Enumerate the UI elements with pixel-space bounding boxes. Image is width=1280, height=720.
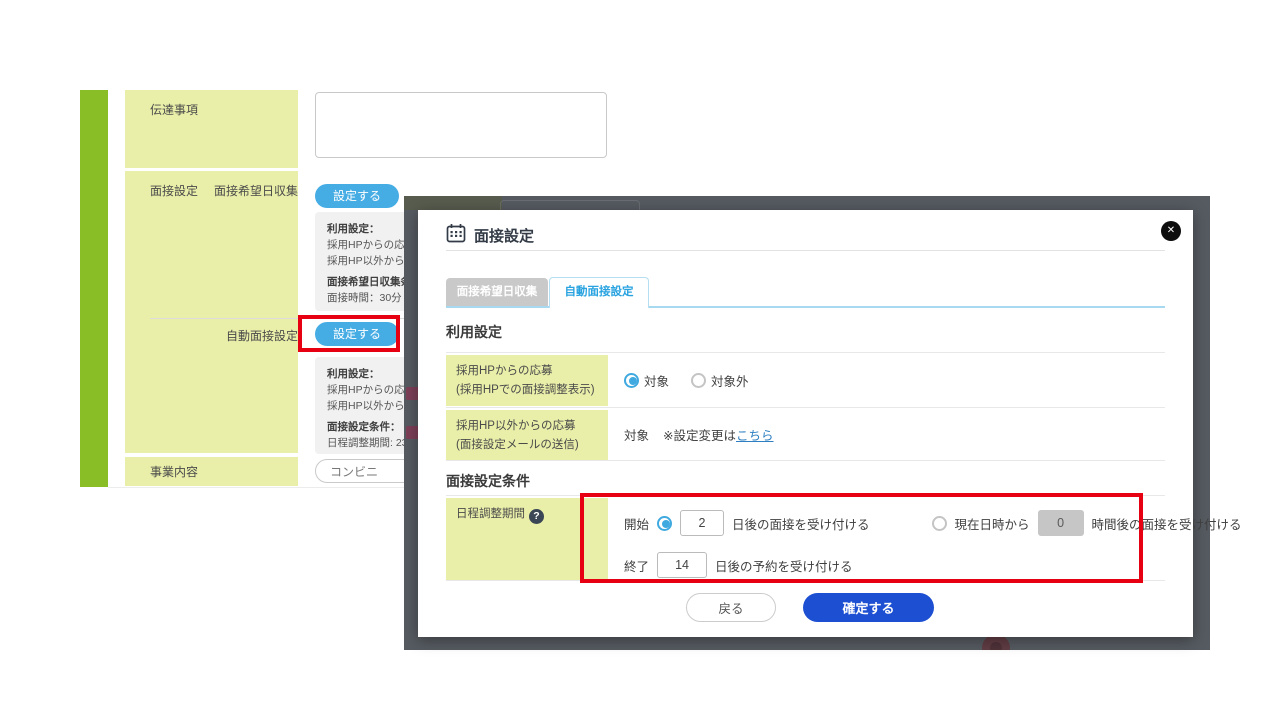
help-icon[interactable]: ? xyxy=(529,509,544,524)
back-button[interactable]: 戻る xyxy=(686,593,776,622)
collect-sub-label: 面接希望日収集 xyxy=(150,182,298,199)
tab-collect-dates[interactable]: 面接希望日収集 xyxy=(446,278,548,306)
confirm-button[interactable]: 確定する xyxy=(803,593,934,622)
notes-textarea[interactable] xyxy=(315,92,607,158)
modal-header-divider xyxy=(446,250,1165,251)
backdrop-green-tint xyxy=(404,196,502,210)
row-period-label: 日程調整期間 xyxy=(456,508,525,520)
interview-settings-modal: 面接設定 ✕ 面接希望日収集 自動面接設定 利用設定 採用HPからの応募 (採用… xyxy=(418,210,1193,637)
alt-suffix: 時間後の面接を受け付ける xyxy=(1092,514,1242,533)
end-days-input[interactable] xyxy=(657,552,707,578)
radio-exclude[interactable] xyxy=(691,373,706,388)
settings-change-link[interactable]: こちら xyxy=(736,425,774,444)
interview-sub-divider xyxy=(150,318,404,319)
radio-start-hours[interactable] xyxy=(932,516,947,531)
alt-label: 現在日時から xyxy=(955,514,1030,533)
row-hp-content: 対象 対象外 xyxy=(624,353,749,407)
row-hp-sublabel: (採用HPでの面接調整表示) xyxy=(456,381,598,400)
row-schedule-period: 日程調整期間? 開始 日後の面接を受け付ける 現在日時から 時間後の面接を受け付… xyxy=(446,495,1165,581)
start-label: 開始 xyxy=(624,514,649,533)
tab-auto-interview[interactable]: 自動面接設定 xyxy=(549,277,649,308)
row-other-label-cell: 採用HP以外からの応募 (面接設定メールの送信) xyxy=(446,410,608,460)
interview-label-cell xyxy=(125,171,298,453)
period-end-line: 終了 日後の予約を受け付ける xyxy=(624,552,853,578)
end-label: 終了 xyxy=(624,556,649,575)
modal-title: 面接設定 xyxy=(474,225,534,246)
business-label: 事業内容 xyxy=(150,463,198,480)
collect-settings-button[interactable]: 設定する xyxy=(315,184,399,208)
row-other-label: 採用HP以外からの応募 xyxy=(456,417,598,436)
start-days-input[interactable] xyxy=(680,510,724,536)
row-hp-application: 採用HPからの応募 (採用HPでの面接調整表示) 対象 対象外 xyxy=(446,352,1165,407)
period-start-line: 開始 日後の面接を受け付ける 現在日時から 時間後の面接を受け付ける xyxy=(624,510,1242,536)
close-icon[interactable]: ✕ xyxy=(1161,221,1181,241)
form-green-sidebar xyxy=(80,90,108,487)
row-other-value: 対象 xyxy=(624,425,649,444)
radio-target-label: 対象 xyxy=(644,371,669,390)
screen: 伝達事項 面接設定 面接希望日収集 設定する 利用設定： 採用HPからの応募(採… xyxy=(0,0,1280,720)
calendar-icon xyxy=(446,223,466,243)
row-other-sublabel: (面接設定メールの送信) xyxy=(456,436,598,455)
radio-start-days-selected[interactable] xyxy=(657,516,672,531)
row-hp-label-cell: 採用HPからの応募 (採用HPでの面接調整表示) xyxy=(446,355,608,406)
row-hp-label: 採用HPからの応募 xyxy=(456,362,598,381)
row-other-note: ※設定変更は xyxy=(663,425,736,444)
radio-target-selected[interactable] xyxy=(624,373,639,388)
row-period-label-cell: 日程調整期間? xyxy=(446,498,608,580)
auto-settings-button[interactable]: 設定する xyxy=(315,322,399,346)
section-condition-title: 面接設定条件 xyxy=(446,471,530,491)
end-suffix: 日後の予約を受け付ける xyxy=(715,556,853,575)
row-other-content: 対象 ※設定変更は こちら xyxy=(624,408,774,460)
notes-label: 伝達事項 xyxy=(150,101,198,118)
row-other-application: 採用HP以外からの応募 (面接設定メールの送信) 対象 ※設定変更は こちら xyxy=(446,407,1165,461)
dimmed-floating-button-inner xyxy=(990,642,1002,650)
radio-exclude-label: 対象外 xyxy=(711,371,749,390)
auto-sub-label: 自動面接設定 xyxy=(150,327,298,344)
start-hours-input[interactable] xyxy=(1038,510,1084,536)
section-usage-title: 利用設定 xyxy=(446,322,502,342)
start-suffix: 日後の面接を受け付ける xyxy=(732,514,870,533)
